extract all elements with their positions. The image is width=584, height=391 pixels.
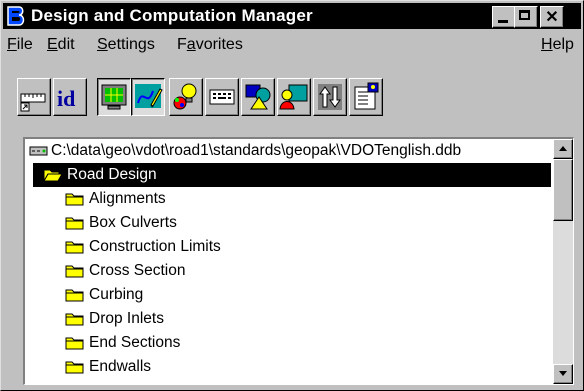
menu-favorites[interactable]: Favorites xyxy=(177,36,243,54)
minimize-button[interactable] xyxy=(492,6,516,28)
tree-item-road-design[interactable]: Road Design xyxy=(25,163,551,187)
close-icon: ✕ xyxy=(545,9,559,26)
folder-icon xyxy=(65,337,84,350)
tree-item-label: Box Culverts xyxy=(89,214,177,231)
menu-help-rest: elp xyxy=(552,36,574,53)
scroll-up-button[interactable] xyxy=(553,139,573,159)
design-computation-manager-window: Design and Computation Manager ✕ File Ed… xyxy=(0,0,584,391)
arrow-down-icon xyxy=(559,371,567,376)
geopak-b-logo-icon xyxy=(5,4,27,28)
folder-icon xyxy=(65,265,84,278)
arrows-updown-icon xyxy=(318,84,342,110)
tool-monitor-grid[interactable] xyxy=(97,78,131,116)
menu-settings-rest: ettings xyxy=(107,36,155,53)
tree-root-path-label: C:\data\geo\vdot\road1\standards\geopak\… xyxy=(51,142,462,159)
tool-ruler-shortcut[interactable] xyxy=(17,78,51,116)
close-button[interactable]: ✕ xyxy=(540,6,564,28)
tree-item-drop-inlets[interactable]: Drop Inlets xyxy=(25,307,550,331)
menu-file[interactable]: File xyxy=(7,36,33,54)
menu-edit-rest: dit xyxy=(57,36,75,53)
tool-shapes[interactable] xyxy=(241,78,275,116)
tree-item-label: Endwalls xyxy=(89,358,152,375)
id-icon: id xyxy=(57,86,75,111)
tool-id[interactable]: id xyxy=(53,78,87,116)
maximize-button[interactable] xyxy=(514,6,538,28)
folder-icon xyxy=(65,361,84,374)
menu-bar: File Edit Settings Favorites Help xyxy=(3,33,581,57)
menu-edit[interactable]: Edit xyxy=(47,36,75,54)
folder-icon xyxy=(65,289,84,302)
tree-item-end-sections[interactable]: End Sections xyxy=(25,331,550,355)
maximize-icon xyxy=(519,10,530,20)
database-drive-icon xyxy=(29,146,48,156)
scroll-down-button[interactable] xyxy=(553,364,573,384)
tree-item-construction-limits[interactable]: Construction Limits xyxy=(25,235,550,259)
tree-item-label: Construction Limits xyxy=(89,238,221,255)
arrow-up-icon xyxy=(559,146,567,151)
tree-item-label: Curbing xyxy=(89,286,144,303)
menu-favorites-rest: vorites xyxy=(195,36,243,53)
tool-person-monitor[interactable] xyxy=(277,78,311,116)
tool-arrows-updown[interactable] xyxy=(313,78,347,116)
tree-item-alignments[interactable]: Alignments xyxy=(25,187,550,211)
tool-pencil-curve[interactable] xyxy=(131,78,165,116)
person-monitor-icon xyxy=(279,84,308,110)
tree-item-label: Drop Inlets xyxy=(89,310,164,327)
properties-sheet-icon xyxy=(354,82,379,110)
tree-item-label: Alignments xyxy=(89,190,166,207)
tool-keyboard[interactable] xyxy=(205,78,239,116)
folder-icon xyxy=(65,193,84,206)
directory-tree-list[interactable]: C:\data\geo\vdot\road1\standards\geopak\… xyxy=(23,137,574,385)
tool-palette-bulb[interactable] xyxy=(169,78,203,116)
ruler-shortcut-icon xyxy=(20,93,46,112)
folder-icon xyxy=(65,241,84,254)
folder-icon xyxy=(65,313,84,326)
svg-text:id: id xyxy=(57,86,75,111)
scroll-thumb[interactable] xyxy=(553,159,573,221)
tool-properties-sheet[interactable] xyxy=(349,78,383,116)
menu-help[interactable]: Help xyxy=(541,36,574,54)
tree-root-path[interactable]: C:\data\geo\vdot\road1\standards\geopak\… xyxy=(25,139,550,163)
tree-item-road-design-label: Road Design xyxy=(67,166,157,183)
open-folder-icon xyxy=(43,169,63,183)
menu-settings[interactable]: Settings xyxy=(97,36,155,54)
tree-item-box-culverts[interactable]: Box Culverts xyxy=(25,211,550,235)
tree-item-label: Cross Section xyxy=(89,262,186,279)
pencil-curve-icon xyxy=(135,84,163,108)
folder-icon xyxy=(65,217,84,230)
minimize-icon xyxy=(498,20,508,23)
tree-rows: C:\data\geo\vdot\road1\standards\geopak\… xyxy=(25,139,551,379)
title-bar[interactable]: Design and Computation Manager ✕ xyxy=(3,3,581,29)
tree-item-endwalls[interactable]: Endwalls xyxy=(25,355,550,379)
shapes-icon xyxy=(245,84,271,110)
tree-item-curbing[interactable]: Curbing xyxy=(25,283,550,307)
tree-item-cross-section[interactable]: Cross Section xyxy=(25,259,550,283)
monitor-grid-icon xyxy=(101,84,127,110)
vertical-scrollbar[interactable] xyxy=(553,139,573,384)
palette-bulb-icon xyxy=(173,83,197,110)
menu-favorites-f: F xyxy=(177,36,187,53)
keyboard-icon xyxy=(209,89,235,105)
menu-file-rest: ile xyxy=(16,36,33,53)
window-title: Design and Computation Manager xyxy=(31,6,313,25)
tree-item-label: End Sections xyxy=(89,334,181,351)
